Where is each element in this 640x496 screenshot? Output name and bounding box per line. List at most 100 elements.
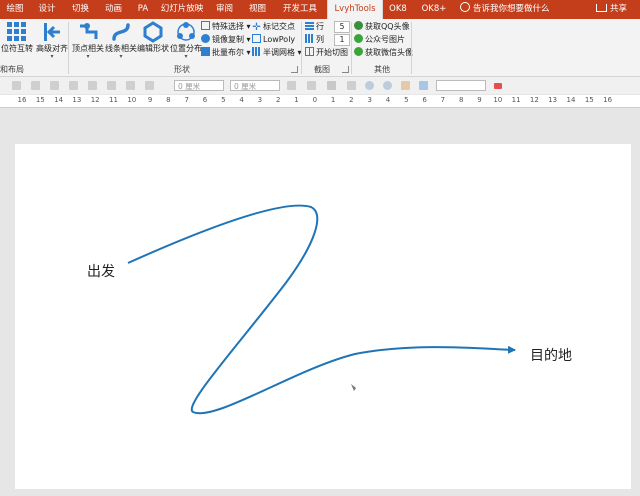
vertex-button[interactable]: 顶点相关 ▾: [71, 21, 105, 63]
dropdown-field[interactable]: [436, 80, 486, 91]
start-cut-button[interactable]: 开始切图: [305, 47, 348, 59]
group-label-layout: 和布局: [0, 65, 24, 74]
lowpoly-button[interactable]: LowPoly: [252, 34, 295, 46]
ruler-tick-label: 8: [166, 96, 171, 104]
star-icon[interactable]: [347, 81, 356, 90]
edit-shape-button[interactable]: 编辑形状: [136, 21, 170, 63]
ruler-tick-label: 5: [221, 96, 226, 104]
mirror-icon: [201, 34, 210, 43]
tab-ok8-plus[interactable]: OK8+: [414, 0, 454, 19]
toolbar-icon[interactable]: [401, 81, 410, 90]
column-count-spinner[interactable]: 1: [334, 34, 350, 46]
circle-icon[interactable]: [383, 81, 392, 90]
toolbar-icon[interactable]: [107, 81, 116, 90]
tab-lvyhtools[interactable]: LvyhTools: [327, 0, 383, 19]
group-separator: [68, 22, 69, 74]
tell-me-search[interactable]: 告诉我你想要做什么: [460, 0, 550, 19]
wechat-image-label: 公众号图片: [365, 35, 405, 44]
toolbar-icon[interactable]: [327, 81, 336, 90]
tab-design[interactable]: 设计: [30, 0, 64, 19]
row-count-value[interactable]: 5: [334, 21, 350, 33]
rows-icon: [305, 21, 314, 30]
toolbar-icon[interactable]: [12, 81, 21, 90]
crosshair-icon: ✛: [252, 22, 261, 33]
tab-transitions[interactable]: 切换: [64, 0, 97, 19]
path-curve-layer: [127, 204, 516, 415]
cursor-icon: [351, 384, 356, 391]
toolbar-icon[interactable]: [126, 81, 135, 90]
quick-toolbar: 0 厘米 0 厘米: [0, 77, 640, 94]
tab-view[interactable]: 视图: [241, 0, 274, 19]
mirror-copy-button[interactable]: 镜像复制 ▾: [201, 34, 251, 46]
start-label[interactable]: 出发: [87, 261, 115, 281]
halftone-grid-button[interactable]: 半调网格 ▾: [252, 47, 302, 59]
line-button[interactable]: 线条相关 ▾: [104, 21, 138, 63]
columns-icon: [305, 34, 314, 43]
ruler-tick-label: 4: [385, 96, 391, 104]
tab-ok8[interactable]: OK8: [382, 0, 414, 19]
width-field[interactable]: 0 厘米: [174, 80, 224, 91]
ruler-tick-label: 10: [127, 96, 137, 104]
shape-group-launcher-icon[interactable]: [291, 66, 298, 73]
toolbar-icon[interactable]: [50, 81, 59, 90]
wechat-icon: [354, 47, 363, 56]
tab-developer[interactable]: 开发工具: [274, 0, 326, 19]
qq-label: 获取QQ头像: [365, 22, 410, 31]
ruler-tick-label: 4: [239, 96, 244, 104]
special-select-label: 特殊选择: [212, 22, 244, 31]
distribute-button[interactable]: 位置分布 ▾: [169, 21, 203, 63]
route-curve[interactable]: [127, 204, 516, 415]
screenshot-group-launcher-icon[interactable]: [342, 66, 349, 73]
circle-icon[interactable]: [365, 81, 374, 90]
wechat-icon: [354, 34, 363, 43]
tab-draw[interactable]: 绘图: [0, 0, 30, 19]
ruler-tick-label: 6: [202, 96, 208, 104]
column-count-value[interactable]: 1: [334, 34, 350, 46]
boolean-icon: [201, 47, 210, 56]
wechat-image-button[interactable]: 公众号图片: [354, 34, 405, 46]
row-control[interactable]: 行: [305, 21, 324, 33]
destination-label[interactable]: 目的地: [530, 345, 572, 365]
column-control[interactable]: 列: [305, 34, 324, 46]
ruler-tick-label: 2: [349, 96, 354, 104]
batch-bool-label: 批量布尔: [212, 48, 244, 57]
ruler-tick-label: 3: [367, 96, 372, 104]
mirror-copy-label: 镜像复制: [212, 35, 244, 44]
chevron-down-icon: ▾: [50, 53, 54, 60]
ruler-tick-label: 10: [493, 96, 503, 104]
ruler-tick-label: 8: [458, 96, 464, 104]
toolbar-icon[interactable]: [88, 81, 97, 90]
ruler-tick-label: 13: [548, 96, 558, 104]
toolbar-icon[interactable]: [287, 81, 296, 90]
ruler-tick-label: 16: [17, 96, 27, 104]
wechat-avatar-button[interactable]: 获取微信头像: [354, 47, 413, 59]
ribbon-panel: 位符互转 高级对齐 ▾ 顶点相关 ▾ 线条相关 ▾ 编辑形状 位置分布 ▾ 特殊…: [0, 19, 640, 77]
mark-intersection-button[interactable]: ✛ 标记交点: [252, 21, 295, 33]
group-separator: [351, 22, 352, 74]
pos-swap-button[interactable]: 位符互转: [0, 21, 34, 63]
special-select-button[interactable]: 特殊选择 ▾: [201, 21, 251, 33]
tab-review[interactable]: 审阅: [208, 0, 241, 19]
grid-icon: [7, 22, 26, 41]
horizontal-ruler: 16 15 14 13 12 11 10 9 8 7 6 5 4 3 2 1 0 1 2 3 4 5 6 7 8 9 10 11 12 1…: [0, 95, 640, 108]
height-field[interactable]: 0 厘米: [230, 80, 280, 91]
arrow-red-icon[interactable]: [494, 83, 502, 89]
tab-slideshow[interactable]: 幻灯片放映: [156, 0, 208, 19]
halftone-grid-label: 半调网格: [263, 48, 295, 57]
ruler-tick-label: 11: [109, 96, 118, 104]
toolbar-icon[interactable]: [145, 81, 154, 90]
share-label: 共享: [610, 4, 628, 14]
wechat-avatar-label: 获取微信头像: [365, 48, 413, 57]
toolbar-icon[interactable]: [307, 81, 316, 90]
tab-pa[interactable]: PA: [130, 0, 156, 19]
image-icon[interactable]: [419, 81, 428, 90]
toolbar-icon[interactable]: [31, 81, 40, 90]
toolbar-icon[interactable]: [69, 81, 78, 90]
tab-animations[interactable]: 动画: [97, 0, 130, 19]
batch-bool-button[interactable]: 批量布尔 ▾: [201, 47, 251, 59]
share-button[interactable]: 共享: [596, 0, 627, 19]
row-count-spinner[interactable]: 5: [334, 21, 350, 33]
advanced-align-button[interactable]: 高级对齐 ▾: [35, 21, 69, 63]
ruler-tick-label: 15: [35, 96, 45, 104]
get-qq-avatar-button[interactable]: 获取QQ头像: [354, 21, 410, 33]
